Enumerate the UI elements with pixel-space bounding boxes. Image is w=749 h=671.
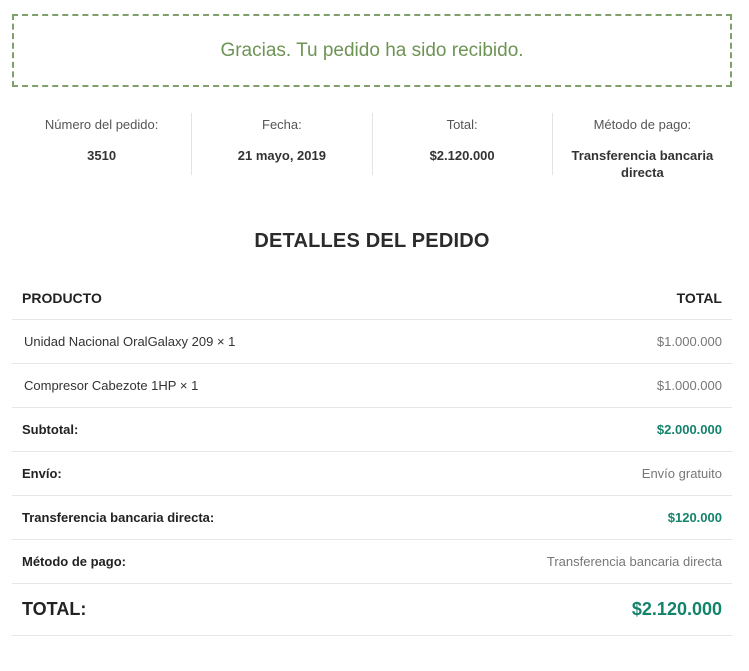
overview-label: Número del pedido: — [44, 117, 159, 132]
product-line: Unidad Nacional OralGalaxy 209 × 1 — [22, 334, 235, 349]
payment-method-row: Método de pago: Transferencia bancaria d… — [12, 540, 732, 584]
overview-date: Fecha: 21 mayo, 2019 — [192, 113, 373, 175]
shipping-row: Envío: Envío gratuito — [12, 452, 732, 496]
overview-payment-method: Método de pago: Transferencia bancaria d… — [553, 113, 732, 180]
product-qty: × 1 — [179, 378, 199, 393]
overview-label: Método de pago: — [593, 117, 692, 132]
overview-label: Fecha: — [262, 117, 302, 132]
subtotal-row: Subtotal: $2.000.000 — [12, 408, 732, 452]
product-line: Compresor Cabezote 1HP × 1 — [22, 378, 198, 393]
order-received-notice: Gracias. Tu pedido ha sido recibido. — [12, 14, 732, 87]
order-details-table: PRODUCTO TOTAL Unidad Nacional OralGalax… — [12, 276, 732, 636]
table-header-row: PRODUCTO TOTAL — [12, 276, 732, 320]
fee-value: $120.000 — [667, 510, 722, 525]
subtotal-value: $2.000.000 — [656, 422, 722, 437]
subtotal-label: Subtotal: — [22, 422, 79, 437]
product-link[interactable]: Compresor Cabezote 1HP — [24, 378, 176, 393]
shipping-value: Envío gratuito — [641, 466, 722, 481]
table-row: Unidad Nacional OralGalaxy 209 × 1 $1.00… — [12, 320, 732, 364]
header-total: TOTAL — [676, 289, 722, 306]
grand-total-row: TOTAL: $2.120.000 — [12, 584, 732, 636]
product-total: $1.000.000 — [656, 378, 722, 393]
overview-value: 3510 — [87, 148, 117, 163]
notice-text: Gracias. Tu pedido ha sido recibido. — [220, 39, 524, 61]
payment-method-value: Transferencia bancaria directa — [546, 554, 722, 569]
order-overview: Número del pedido: 3510 Fecha: 21 mayo, … — [12, 113, 732, 180]
grand-total-label: TOTAL: — [22, 599, 87, 619]
overview-value: Transferencia bancaria directa — [571, 148, 714, 180]
grand-total-value: $2.120.000 — [631, 599, 722, 619]
payment-method-label: Método de pago: — [22, 554, 126, 569]
header-product: PRODUCTO — [22, 289, 102, 306]
fee-label: Transferencia bancaria directa: — [22, 510, 215, 525]
overview-total: Total: $2.120.000 — [373, 113, 553, 175]
overview-label: Total: — [446, 117, 478, 132]
overview-value: 21 mayo, 2019 — [237, 148, 326, 163]
product-qty: × 1 — [216, 334, 236, 349]
table-row: Compresor Cabezote 1HP × 1 $1.000.000 — [12, 364, 732, 408]
product-total: $1.000.000 — [656, 334, 722, 349]
overview-order-number: Número del pedido: 3510 — [12, 113, 193, 175]
order-details-title: DETALLES DEL PEDIDO — [254, 230, 490, 252]
fee-row: Transferencia bancaria directa: $120.000 — [12, 496, 732, 540]
shipping-label: Envío: — [22, 466, 62, 481]
product-link[interactable]: Unidad Nacional OralGalaxy 209 — [24, 334, 213, 349]
overview-value: $2.120.000 — [429, 148, 495, 163]
